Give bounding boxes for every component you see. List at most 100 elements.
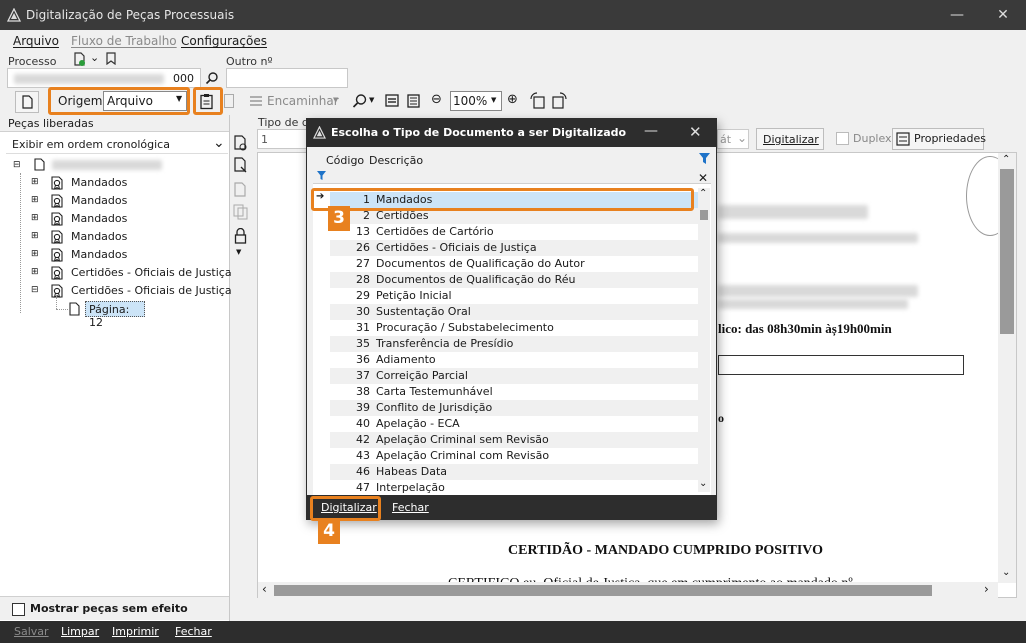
horizontal-scroll-thumb[interactable] (274, 585, 932, 596)
scroll-down-icon[interactable]: ⌄ (699, 478, 707, 489)
tree-item[interactable]: Mandados (71, 194, 127, 207)
stat-value: át (720, 133, 732, 146)
tree-item[interactable]: Mandados (71, 230, 127, 243)
zoom-arrow-icon[interactable]: ▼ (369, 96, 374, 104)
new-document-icon[interactable] (72, 52, 86, 66)
mostrar-sem-efeito-checkbox[interactable] (12, 603, 25, 616)
origem-select[interactable]: Arquivo ▼ (103, 91, 187, 111)
remove-certificate-icon[interactable] (233, 157, 248, 173)
propriedades-button[interactable]: Propriedades (892, 128, 986, 150)
scroll-up-icon[interactable]: ⌃ (699, 188, 707, 199)
vertical-scrollbar[interactable]: ⌃ ⌄ (998, 153, 1016, 583)
menu-arquivo[interactable]: Arquivo (13, 34, 59, 48)
scroll-up-icon[interactable]: ⌃ (1002, 154, 1010, 165)
col-header-descricao[interactable]: Descrição (369, 154, 423, 167)
row-code: 30 (356, 305, 370, 318)
add-certificate-icon[interactable] (233, 135, 248, 151)
tree-expand-icon[interactable]: ⊞ (31, 213, 39, 223)
chevron-down-icon[interactable]: ⌄ (90, 51, 99, 64)
tree-item[interactable]: Certidões - Oficiais de Justiça (71, 284, 232, 297)
dialog-close-button[interactable]: ✕ (689, 123, 702, 141)
search-icon[interactable] (205, 71, 219, 85)
list-row[interactable]: 46 Habeas Data (330, 464, 698, 480)
tree-expand-icon[interactable]: ⊞ (31, 267, 39, 277)
close-button[interactable]: ✕ (980, 0, 1026, 30)
tipo-input[interactable]: 1 (257, 129, 307, 149)
processo-input[interactable]: 000 (7, 68, 201, 88)
filter-icon[interactable] (698, 152, 711, 165)
list-row[interactable]: 28 Documentos de Qualificação do Réu (330, 272, 698, 288)
duplex-checkbox[interactable] (836, 132, 849, 145)
row-description: Conflito de Jurisdição (376, 401, 493, 414)
tree-expand-icon[interactable]: ⊞ (31, 249, 39, 259)
tree-expand-icon[interactable]: ⊞ (31, 231, 39, 241)
zoom-out-icon[interactable]: ⊖ (431, 92, 442, 107)
processo-number-redacted (14, 74, 164, 84)
outro-numero-input[interactable] (226, 68, 348, 88)
document-type-list[interactable]: 1 Mandados 2 Certidões 13 Certidões de Cartór… (313, 183, 711, 495)
digitalizar-button[interactable]: Digitalizar (756, 128, 824, 150)
bookmark-icon[interactable] (105, 52, 117, 65)
tree-expand-icon[interactable]: ⊞ (31, 177, 39, 187)
scroll-down-icon[interactable]: ⌄ (1002, 567, 1010, 578)
minimize-button[interactable]: — (934, 0, 980, 30)
zoom-search-icon[interactable] (352, 93, 368, 109)
list-row[interactable]: 27 Documentos de Qualificação do Autor (330, 256, 698, 272)
zoom-in-icon[interactable]: ⊕ (507, 92, 518, 107)
tree-expand-icon[interactable]: ⊟ (31, 285, 39, 295)
more-arrow-icon[interactable]: ▼ (236, 248, 241, 256)
list-row[interactable]: 31 Procuração / Substabelecimento (330, 320, 698, 336)
list-row[interactable]: 40 Apelação - ECA (330, 416, 698, 432)
list-row[interactable]: 43 Apelação Criminal com Revisão (330, 448, 698, 464)
salvar-button[interactable]: Salvar (14, 625, 49, 638)
list-scroll-thumb[interactable] (700, 210, 708, 220)
disabled-page-icon (224, 94, 234, 108)
scroll-right-icon[interactable]: › (984, 582, 989, 596)
rotate-left-icon[interactable] (529, 92, 546, 109)
vertical-scroll-thumb[interactable] (1000, 169, 1014, 334)
dialog-minimize-button[interactable]: — (644, 123, 658, 139)
zoom-dropdown-icon: ▼ (491, 96, 497, 104)
encaminhar-button[interactable]: Encaminhar (267, 94, 339, 108)
tree-item[interactable]: Mandados (71, 176, 127, 189)
list-row[interactable]: 42 Apelação Criminal sem Revisão (330, 432, 698, 448)
tree-page-item[interactable]: Página: 12 (85, 301, 145, 329)
list-row[interactable]: 36 Adiamento (330, 352, 698, 368)
mostrar-sem-efeito-label[interactable]: Mostrar peças sem efeito (30, 602, 188, 615)
list-row[interactable]: 29 Petição Inicial (330, 288, 698, 304)
imprimir-button[interactable]: Imprimir (112, 625, 159, 638)
horizontal-scrollbar[interactable]: ‹ › (258, 582, 998, 598)
fit-page-icon[interactable] (407, 94, 420, 108)
list-row[interactable]: 35 Transferência de Presídio (330, 336, 698, 352)
list-scrollbar[interactable]: ⌃ ⌄ (698, 188, 710, 492)
tree-item[interactable]: Mandados (71, 248, 127, 261)
certificate-document-icon (49, 247, 65, 266)
list-row[interactable]: 37 Correição Parcial (330, 368, 698, 384)
tree-collapse-icon[interactable]: ⊟ (13, 160, 21, 170)
dialog-fechar-button[interactable]: Fechar (392, 501, 429, 514)
tree-item[interactable]: Mandados (71, 212, 127, 225)
clipboard-icon[interactable] (199, 93, 215, 110)
limpar-button[interactable]: Limpar (61, 625, 99, 638)
row-description: Adiamento (376, 353, 436, 366)
lock-icon[interactable] (234, 228, 247, 244)
zoom-select[interactable]: 100% ▼ (450, 91, 502, 111)
fit-width-icon[interactable] (385, 94, 399, 107)
menu-fluxo-de-trabalho[interactable]: Fluxo de Trabalho (71, 34, 177, 48)
list-row[interactable]: 13 Certidões de Cartório (330, 224, 698, 240)
row-description: Documentos de Qualificação do Autor (376, 257, 585, 270)
list-row[interactable]: 47 Interpelação (330, 480, 698, 496)
tree-item[interactable]: Certidões - Oficiais de Justiça (71, 266, 232, 279)
scroll-left-icon[interactable]: ‹ (262, 582, 267, 596)
sort-select[interactable]: Exibir em ordem cronológica ⌄ (6, 134, 228, 154)
rotate-right-icon[interactable] (551, 92, 568, 109)
tree-expand-icon[interactable]: ⊞ (31, 195, 39, 205)
col-header-codigo[interactable]: Código (326, 154, 364, 167)
menu-configuracoes[interactable]: Configurações (181, 34, 267, 48)
list-row[interactable]: 30 Sustentação Oral (330, 304, 698, 320)
list-row[interactable]: 38 Carta Testemunhável (330, 384, 698, 400)
list-row[interactable]: 39 Conflito de Jurisdição (330, 400, 698, 416)
document-toggle-button[interactable] (15, 91, 39, 113)
fechar-button[interactable]: Fechar (175, 625, 212, 638)
list-row[interactable]: 26 Certidões - Oficiais de Justiça (330, 240, 698, 256)
